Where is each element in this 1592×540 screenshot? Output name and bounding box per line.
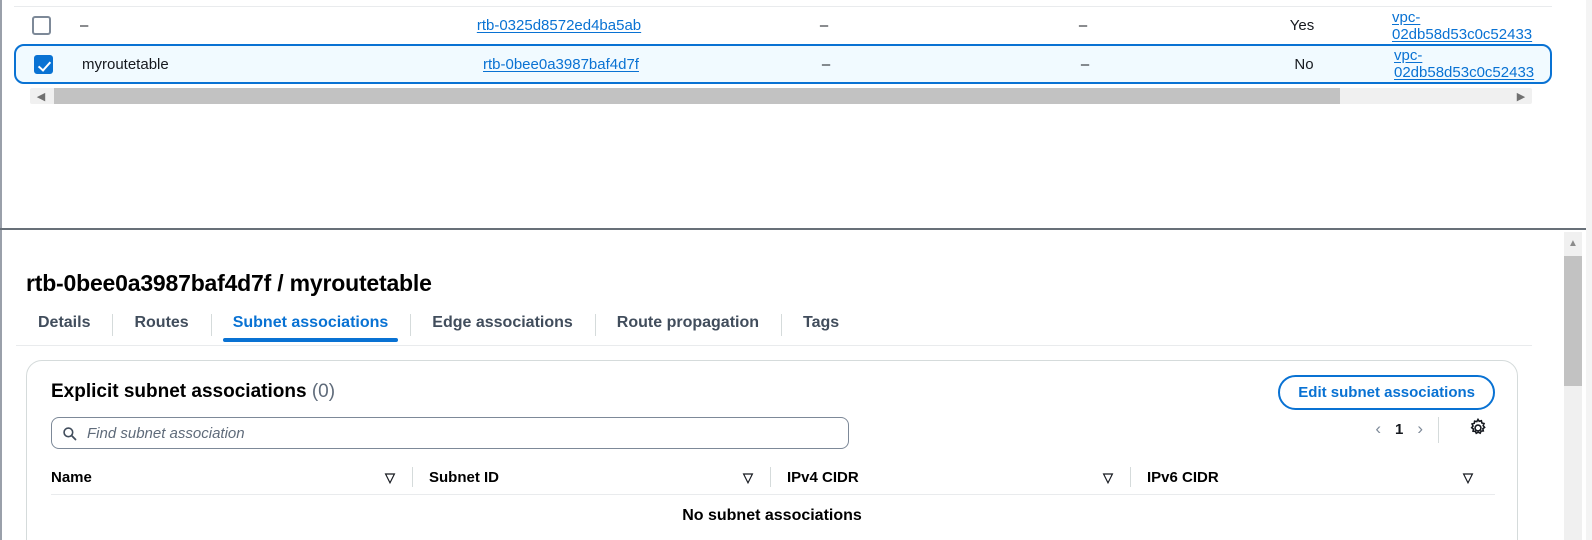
edit-subnet-associations-button[interactable]: Edit subnet associations — [1278, 375, 1495, 410]
tab-subnet-associations[interactable]: Subnet associations — [210, 310, 411, 342]
column-label: IPv4 CIDR — [787, 469, 859, 486]
cell-route-table-id: rtb-0bee0a3987baf4d7f — [426, 46, 696, 82]
tab-divider — [410, 314, 412, 336]
cell-vpc: vpc-02db58d53c0c52433 — [1392, 7, 1552, 44]
cell-route-table-id: rtb-0325d8572ed4ba5ab — [424, 7, 694, 44]
sort-icon[interactable]: ▽ — [385, 470, 395, 486]
sort-icon[interactable]: ▽ — [743, 470, 753, 486]
card-heading-count: (0) — [311, 381, 336, 402]
column-header-ipv4-cidr[interactable]: IPv4 CIDR ▽ — [771, 461, 1131, 494]
scroll-up-arrow-icon[interactable]: ▲ — [1564, 232, 1582, 254]
tab-divider — [112, 314, 114, 336]
column-label: Name — [51, 469, 92, 486]
table-row-selected[interactable]: myroutetable rtb-0bee0a3987baf4d7f – – N… — [14, 44, 1552, 84]
tab-edge-associations[interactable]: Edge associations — [410, 310, 595, 342]
tabs-underline — [16, 345, 1532, 346]
cell-name: myroutetable — [82, 55, 169, 73]
gear-icon[interactable] — [1467, 417, 1489, 439]
row-select-cell[interactable] — [16, 46, 70, 82]
tab-label: Subnet associations — [232, 314, 389, 331]
column-header-name[interactable]: Name ▽ — [51, 461, 413, 494]
column-label: Subnet ID — [429, 469, 499, 486]
route-table-id-link[interactable]: rtb-0bee0a3987baf4d7f — [483, 56, 639, 73]
column-header-ipv6-cidr[interactable]: IPv6 CIDR ▽ — [1131, 461, 1491, 494]
row-checkbox[interactable] — [31, 16, 51, 35]
pagination: ‹ 1 › — [1375, 419, 1423, 439]
row-select-cell[interactable] — [14, 7, 68, 44]
pagination-next-icon[interactable]: › — [1417, 419, 1423, 439]
explicit-subnet-associations-card: Explicit subnet associations (0) Edit su… — [26, 360, 1518, 540]
tab-routes[interactable]: Routes — [112, 310, 210, 342]
tab-label: Edge associations — [432, 314, 573, 331]
card-heading: Explicit subnet associations (0) — [51, 381, 335, 403]
scroll-right-arrow-icon[interactable]: ▶ — [1510, 88, 1532, 104]
pagination-prev-icon[interactable]: ‹ — [1375, 419, 1381, 439]
route-table-id-link[interactable]: rtb-0325d8572ed4ba5ab — [477, 17, 641, 34]
tab-label: Details — [38, 314, 91, 331]
detail-panel-vertical-scrollbar[interactable]: ▲ — [1564, 232, 1582, 540]
tab-label: Routes — [134, 314, 189, 331]
pagination-page-number[interactable]: 1 — [1395, 421, 1403, 438]
search-icon — [62, 426, 77, 441]
cell-vpc: vpc-02db58d53c0c52433 — [1394, 46, 1550, 82]
scroll-left-arrow-icon[interactable]: ◀ — [30, 88, 52, 104]
empty-state-message: No subnet associations — [682, 507, 862, 524]
route-tables-table: – rtb-0325d8572ed4ba5ab – – Yes vpc-02db… — [0, 0, 1592, 228]
cell-edge-associations: – — [1080, 55, 1090, 73]
vpc-link[interactable]: vpc-02db58d53c0c52433 — [1394, 47, 1542, 81]
column-label: IPv6 CIDR — [1147, 469, 1219, 486]
search-placeholder: Find subnet association — [87, 424, 245, 442]
cell-main: No — [1294, 55, 1314, 73]
tab-divider — [781, 314, 783, 336]
card-heading-text: Explicit subnet associations — [51, 381, 307, 402]
column-header-subnet-id[interactable]: Subnet ID ▽ — [413, 461, 771, 494]
table-horizontal-scrollbar[interactable]: ◀ ▶ — [30, 88, 1532, 104]
tab-label: Tags — [803, 314, 840, 331]
vpc-link[interactable]: vpc-02db58d53c0c52433 — [1392, 9, 1544, 43]
cell-name: – — [80, 17, 89, 34]
cell-edge-associations: – — [1078, 17, 1088, 34]
cell-explicit-subnet-associations: – — [821, 55, 831, 73]
tab-divider — [594, 314, 596, 336]
cell-explicit-subnet-associations: – — [819, 17, 829, 34]
subnet-associations-table-header: Name ▽ Subnet ID ▽ IPv4 CIDR ▽ IPv6 CIDR… — [51, 461, 1495, 495]
row-checkbox[interactable] — [33, 54, 53, 74]
tab-details[interactable]: Details — [16, 310, 112, 342]
pagination-divider — [1438, 417, 1439, 443]
route-table-detail-panel: rtb-0bee0a3987baf4d7f / myroutetable Det… — [0, 230, 1592, 540]
tab-label: Route propagation — [616, 314, 760, 331]
detail-tabs: Details Routes Subnet associations Edge … — [16, 310, 1546, 346]
cell-main: Yes — [1289, 17, 1315, 34]
tab-tags[interactable]: Tags — [781, 310, 861, 342]
scrollbar-thumb[interactable] — [1564, 256, 1582, 386]
tab-divider — [210, 314, 212, 336]
search-input[interactable]: Find subnet association — [51, 417, 849, 449]
tab-route-propagation[interactable]: Route propagation — [594, 310, 781, 342]
window-right-edge — [1586, 0, 1592, 540]
table-row[interactable]: – rtb-0325d8572ed4ba5ab – – Yes vpc-02db… — [14, 6, 1552, 44]
sort-icon[interactable]: ▽ — [1103, 470, 1113, 486]
sort-icon[interactable]: ▽ — [1463, 470, 1473, 486]
page-title: rtb-0bee0a3987baf4d7f / myroutetable — [26, 270, 432, 296]
scrollbar-thumb[interactable] — [54, 88, 1340, 104]
